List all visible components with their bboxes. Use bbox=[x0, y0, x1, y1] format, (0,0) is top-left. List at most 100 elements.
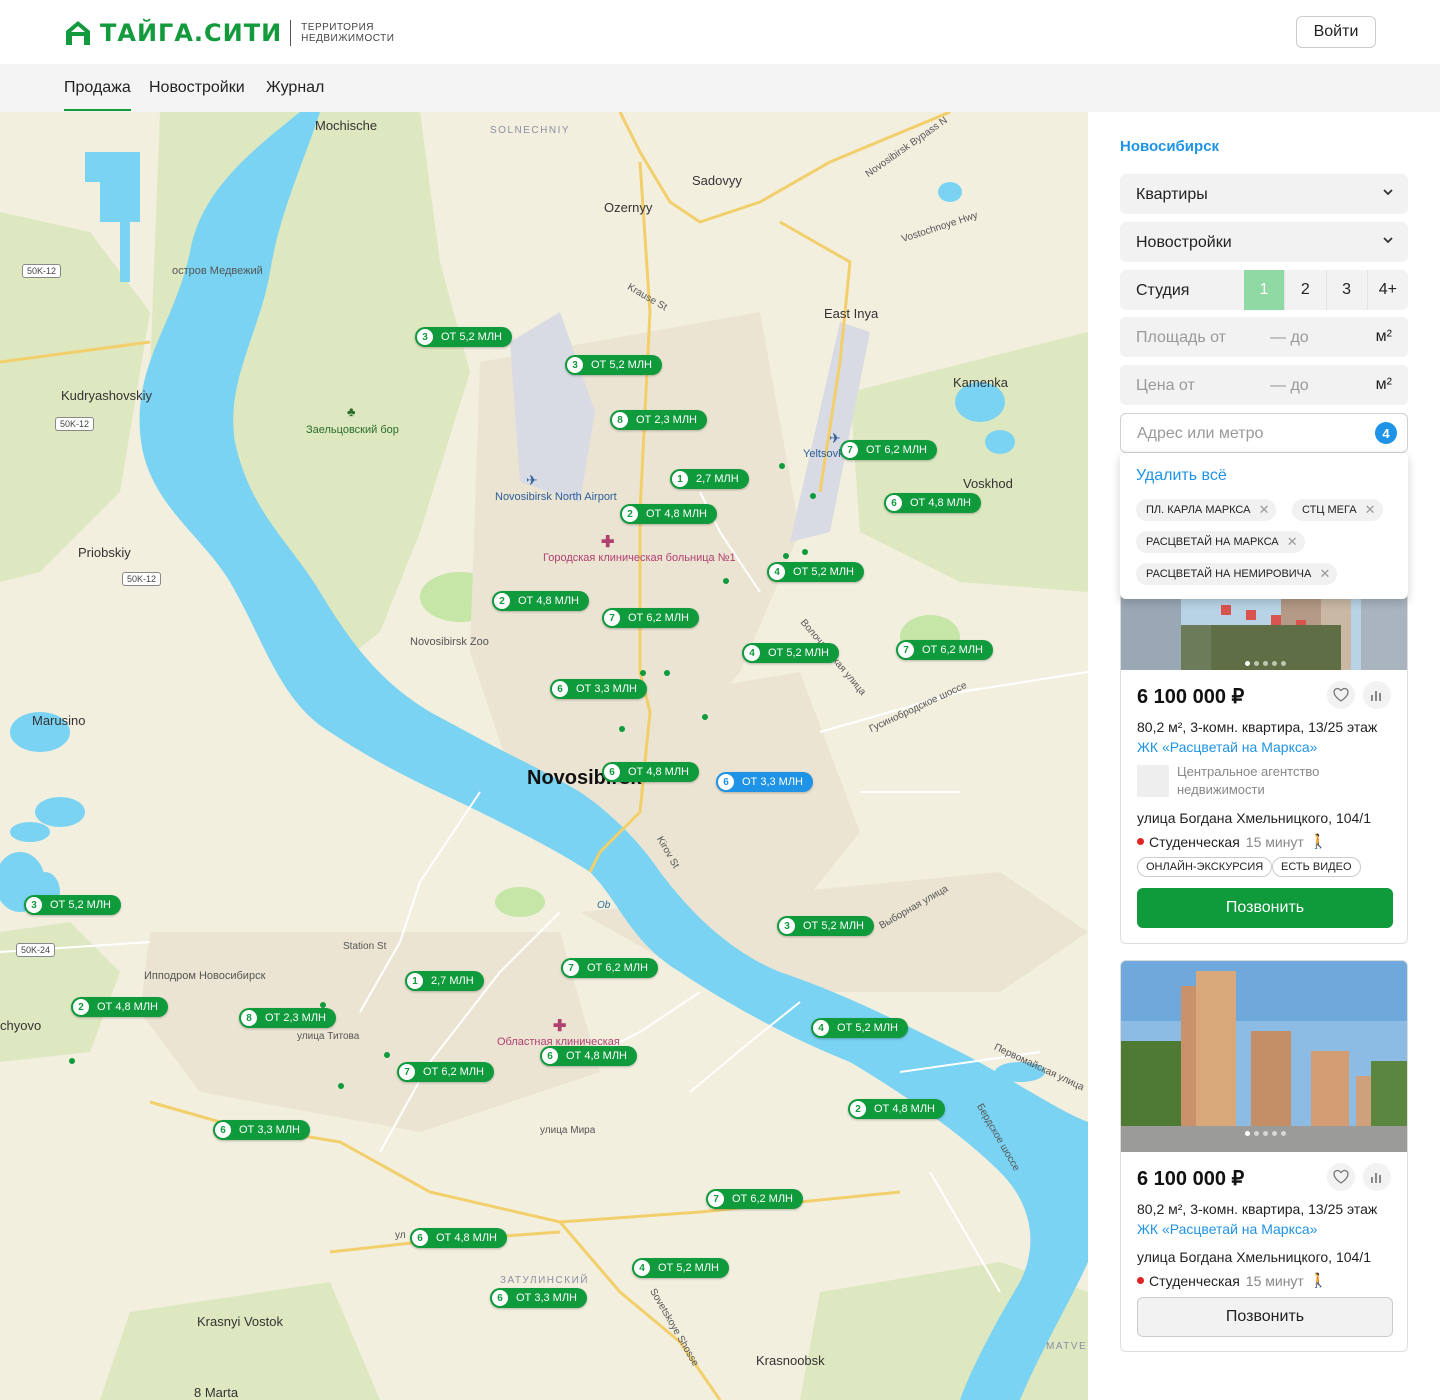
city-selector[interactable]: Новосибирск bbox=[1120, 138, 1219, 155]
complex-link[interactable]: ЖК «Расцветай на Маркса» bbox=[1137, 739, 1317, 755]
map-dot bbox=[783, 553, 789, 559]
price-pin[interactable]: 6 ОТ 3,3 МЛН bbox=[550, 679, 648, 699]
nav-item-journal[interactable]: Журнал bbox=[266, 79, 324, 97]
rooms-studio-option[interactable]: Студия bbox=[1120, 270, 1244, 310]
close-icon[interactable]: ✕ bbox=[1259, 503, 1270, 516]
pin-count: 3 bbox=[567, 357, 583, 373]
price-pin[interactable]: 4 ОТ 5,2 МЛН bbox=[632, 1258, 730, 1278]
listing-photo[interactable] bbox=[1121, 961, 1407, 1152]
pin-label: ОТ 4,8 МЛН bbox=[566, 1050, 628, 1062]
house-logo-icon bbox=[66, 21, 90, 45]
rooms-option-1[interactable]: 1 bbox=[1244, 270, 1285, 310]
price-pin[interactable]: 8 ОТ 2,3 МЛН bbox=[239, 1008, 337, 1028]
pin-count: 6 bbox=[492, 1290, 508, 1306]
photo-pager[interactable] bbox=[1245, 1131, 1286, 1136]
address-chip: ПЛ. КАРЛА МАРКСА ✕ bbox=[1136, 499, 1277, 521]
favorite-button[interactable] bbox=[1327, 1163, 1355, 1191]
bar-chart-icon bbox=[1371, 691, 1381, 701]
area-range-input[interactable]: Площадь от — до м² bbox=[1120, 317, 1408, 357]
listing-card[interactable]: 6 100 000 ₽ 80,2 м², 3-комн. квартира, 1… bbox=[1120, 584, 1408, 944]
favorite-button[interactable] bbox=[1327, 681, 1355, 709]
tagline-line-1: ТЕРРИТОРИЯ bbox=[301, 22, 374, 33]
photo-pager[interactable] bbox=[1245, 661, 1286, 666]
map-label: Ob bbox=[597, 900, 611, 911]
price-pin[interactable]: 3 ОТ 5,2 МЛН bbox=[777, 916, 875, 936]
close-icon[interactable]: ✕ bbox=[1365, 503, 1376, 516]
price-pin[interactable]: 4 ОТ 5,2 МЛН bbox=[742, 643, 840, 663]
login-button[interactable]: Войти bbox=[1296, 16, 1376, 48]
pin-count: 1 bbox=[672, 471, 688, 487]
price-pin[interactable]: 7 ОТ 6,2 МЛН bbox=[397, 1062, 495, 1082]
price-pin[interactable]: 6 ОТ 3,3 МЛН bbox=[490, 1288, 588, 1308]
address-search-input[interactable]: Адрес или метро 4 bbox=[1120, 413, 1408, 453]
nav-item-new-buildings[interactable]: Новостройки bbox=[149, 79, 245, 97]
address-placeholder: Адрес или метро bbox=[1137, 425, 1264, 442]
pin-label: ОТ 5,2 МЛН bbox=[803, 920, 865, 932]
pin-label: ОТ 5,2 МЛН bbox=[441, 331, 503, 343]
nav-item-sale[interactable]: Продажа bbox=[64, 79, 131, 111]
map-label: SOLNECHNIY bbox=[490, 125, 571, 136]
rooms-option-2[interactable]: 2 bbox=[1284, 270, 1325, 310]
listing-card[interactable]: 6 100 000 ₽ 80,2 м², 3-комн. квартира, 1… bbox=[1120, 960, 1408, 1352]
metro-line-dot bbox=[1137, 1277, 1144, 1284]
chip-label: РАСЦВЕТАЙ НА НЕМИРОВИЧА bbox=[1146, 568, 1312, 580]
map-label: Station St bbox=[343, 941, 387, 952]
price-pin[interactable]: 3 ОТ 5,2 МЛН bbox=[415, 327, 513, 347]
price-stats-button[interactable] bbox=[1363, 681, 1391, 709]
pin-count: 6 bbox=[886, 495, 902, 511]
pin-count: 6 bbox=[215, 1122, 231, 1138]
price-pin[interactable]: 1 2,7 МЛН bbox=[670, 469, 749, 489]
area-from-field[interactable]: Площадь от bbox=[1136, 329, 1226, 347]
pin-count: 1 bbox=[407, 973, 423, 989]
price-pin[interactable]: 8 ОТ 2,3 МЛН bbox=[610, 410, 708, 430]
map[interactable]: Mochische SOLNECHNIY Sadovyy Ozernyy Eas… bbox=[0, 112, 1088, 1400]
price-pin[interactable]: 6 ОТ 4,8 МЛН bbox=[884, 493, 982, 513]
logo[interactable]: ТАЙГА.СИТИ ТЕРРИТОРИЯ НЕДВИЖИМОСТИ bbox=[64, 18, 394, 48]
pin-label: ОТ 5,2 МЛН bbox=[837, 1022, 899, 1034]
call-button[interactable]: Позвонить bbox=[1137, 1297, 1393, 1337]
price-pin[interactable]: 1 2,7 МЛН bbox=[405, 971, 484, 991]
clear-all-link[interactable]: Удалить всё bbox=[1136, 467, 1227, 485]
price-pin[interactable]: 7 ОТ 6,2 МЛН bbox=[561, 958, 659, 978]
price-pin[interactable]: 3 ОТ 5,2 МЛН bbox=[24, 895, 122, 915]
pin-count: 4 bbox=[813, 1020, 829, 1036]
map-label: Novosibirsk Zoo bbox=[410, 636, 489, 648]
price-pin[interactable]: 7 ОТ 6,2 МЛН bbox=[602, 608, 700, 628]
tag-video: ЕСТЬ ВИДЕО bbox=[1272, 857, 1361, 877]
pin-label: ОТ 4,8 МЛН bbox=[436, 1232, 498, 1244]
price-pin[interactable]: 7 ОТ 6,2 МЛН bbox=[896, 640, 994, 660]
price-pin[interactable]: 2 ОТ 4,8 МЛН bbox=[71, 997, 169, 1017]
call-button[interactable]: Позвонить bbox=[1137, 888, 1393, 928]
price-from-field[interactable]: Цена от bbox=[1136, 377, 1195, 395]
price-pin[interactable]: 7 ОТ 6,2 МЛН bbox=[706, 1189, 804, 1209]
price-range-input[interactable]: Цена от — до м² bbox=[1120, 365, 1408, 405]
close-icon[interactable]: ✕ bbox=[1287, 535, 1298, 548]
price-pin[interactable]: 6 ОТ 4,8 МЛН bbox=[602, 762, 700, 782]
pin-label: ОТ 3,3 МЛН bbox=[576, 683, 638, 695]
price-pin[interactable]: 6 ОТ 4,8 МЛН bbox=[540, 1046, 638, 1066]
price-pin[interactable]: 3 ОТ 5,2 МЛН bbox=[565, 355, 663, 375]
area-to-field[interactable]: — до bbox=[1270, 329, 1309, 347]
map-label: chyovo bbox=[0, 1018, 42, 1033]
price-stats-button[interactable] bbox=[1363, 1163, 1391, 1191]
close-icon[interactable]: ✕ bbox=[1319, 567, 1330, 580]
map-label: Kudryashovskiy bbox=[61, 388, 153, 403]
pin-count: 4 bbox=[634, 1260, 650, 1276]
price-pin[interactable]: 4 ОТ 5,2 МЛН bbox=[767, 562, 865, 582]
agency-name[interactable]: Центральное агентство недвижимости bbox=[1177, 763, 1377, 799]
price-pin[interactable]: 6 ОТ 3,3 МЛН bbox=[213, 1120, 311, 1140]
rooms-option-4plus[interactable]: 4+ bbox=[1366, 270, 1408, 310]
price-pin-selected[interactable]: 6 ОТ 3,3 МЛН bbox=[716, 772, 814, 792]
complex-link[interactable]: ЖК «Расцветай на Маркса» bbox=[1137, 1221, 1317, 1237]
price-pin[interactable]: 7 ОТ 6,2 МЛН bbox=[840, 440, 938, 460]
market-select[interactable]: Новостройки bbox=[1120, 222, 1408, 262]
price-pin[interactable]: 2 ОТ 4,8 МЛН bbox=[492, 591, 590, 611]
price-pin[interactable]: 2 ОТ 4,8 МЛН bbox=[848, 1099, 946, 1119]
price-pin[interactable]: 6 ОТ 4,8 МЛН bbox=[410, 1228, 508, 1248]
price-pin[interactable]: 2 ОТ 4,8 МЛН bbox=[620, 504, 718, 524]
property-type-select[interactable]: Квартиры bbox=[1120, 174, 1408, 214]
rooms-option-3[interactable]: 3 bbox=[1325, 270, 1367, 310]
pin-count: 3 bbox=[417, 329, 433, 345]
price-pin[interactable]: 4 ОТ 5,2 МЛН bbox=[811, 1018, 909, 1038]
price-to-field[interactable]: — до bbox=[1270, 377, 1309, 395]
